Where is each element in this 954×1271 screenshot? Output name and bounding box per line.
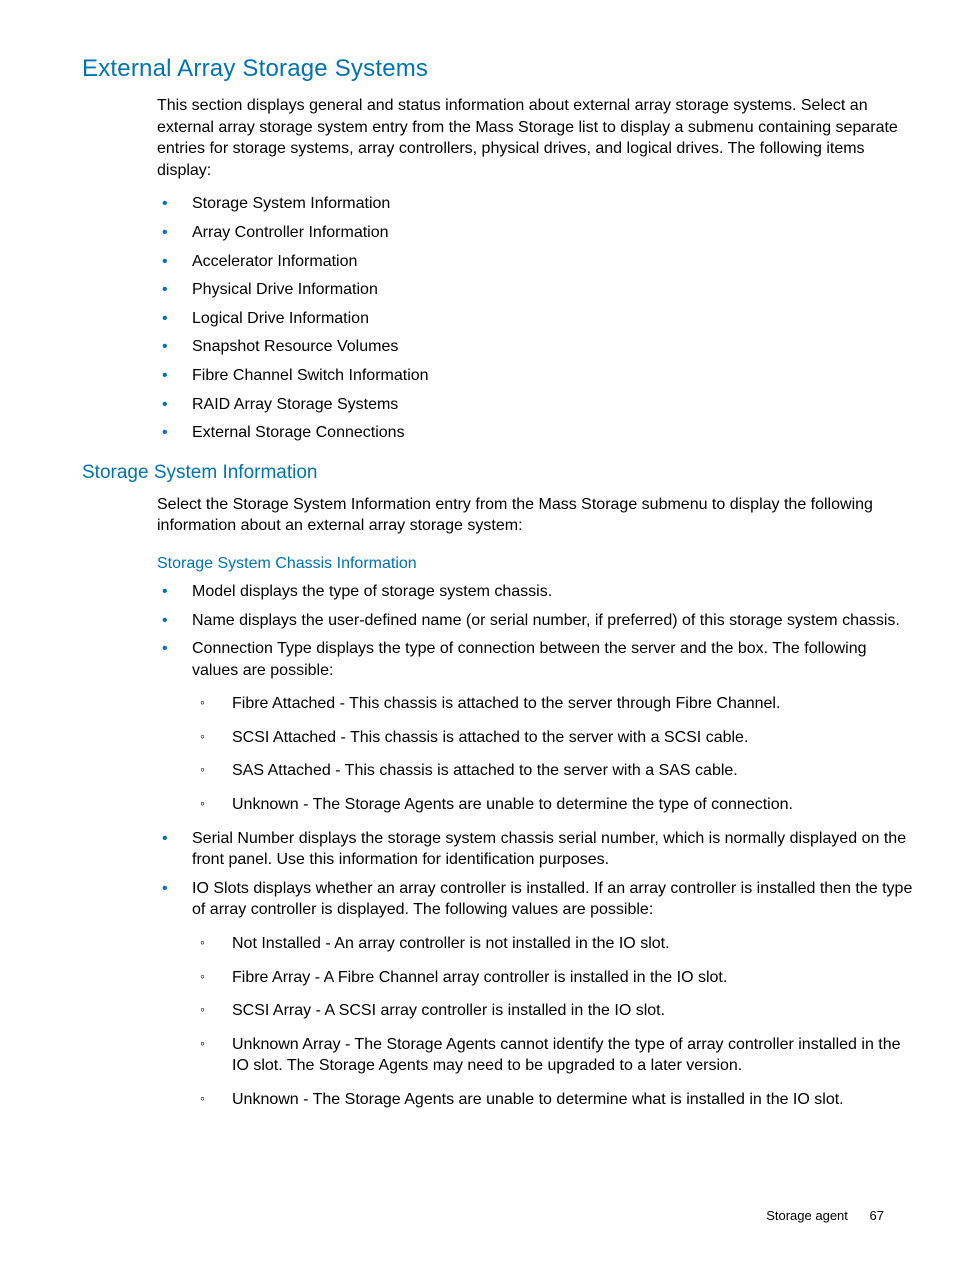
list-item: Logical Drive Information xyxy=(157,308,914,330)
heading-1: External Array Storage Systems xyxy=(82,55,914,83)
list-item: Name displays the user-defined name (or … xyxy=(157,610,914,632)
sublist-item: Unknown - The Storage Agents are unable … xyxy=(192,794,914,816)
heading-3: Storage System Chassis Information xyxy=(157,555,914,573)
sublist-item: SCSI Array - A SCSI array controller is … xyxy=(192,1000,914,1022)
list-item-text: Connection Type displays the type of con… xyxy=(192,640,867,679)
list-item: RAID Array Storage Systems xyxy=(157,394,914,416)
list-item: IO Slots displays whether an array contr… xyxy=(157,878,914,1111)
list-item: Model displays the type of storage syste… xyxy=(157,581,914,603)
sublist-item: Not Installed - An array controller is n… xyxy=(192,933,914,955)
sublist-item: Fibre Array - A Fibre Channel array cont… xyxy=(192,967,914,989)
heading-2: Storage System Information xyxy=(82,462,914,484)
intro-paragraph: This section displays general and status… xyxy=(157,95,914,181)
ioslots-sublist: Not Installed - An array controller is n… xyxy=(192,933,914,1111)
list-item: Serial Number displays the storage syste… xyxy=(157,828,914,871)
top-bullet-list: Storage System Information Array Control… xyxy=(157,193,914,443)
sublist-item: Unknown - The Storage Agents are unable … xyxy=(192,1089,914,1111)
list-item: Physical Drive Information xyxy=(157,279,914,301)
list-item: Snapshot Resource Volumes xyxy=(157,336,914,358)
chassis-bullet-list: Model displays the type of storage syste… xyxy=(157,581,914,1111)
page-footer: Storage agent 67 xyxy=(766,1208,884,1223)
list-item: Array Controller Information xyxy=(157,222,914,244)
document-page: External Array Storage Systems This sect… xyxy=(0,0,954,1271)
sublist-item: Fibre Attached - This chassis is attache… xyxy=(192,693,914,715)
sublist-item: SCSI Attached - This chassis is attached… xyxy=(192,727,914,749)
list-item: Connection Type displays the type of con… xyxy=(157,638,914,816)
sublist-item: Unknown Array - The Storage Agents canno… xyxy=(192,1034,914,1077)
list-item: Fibre Channel Switch Information xyxy=(157,365,914,387)
list-item: Storage System Information xyxy=(157,193,914,215)
footer-page-number: 67 xyxy=(870,1208,884,1223)
sublist-item: SAS Attached - This chassis is attached … xyxy=(192,760,914,782)
list-item: Accelerator Information xyxy=(157,251,914,273)
connection-sublist: Fibre Attached - This chassis is attache… xyxy=(192,693,914,815)
subsection-body: Select the Storage System Information en… xyxy=(157,494,914,1111)
list-item: External Storage Connections xyxy=(157,422,914,444)
subsection-paragraph: Select the Storage System Information en… xyxy=(157,494,914,537)
list-item-text: IO Slots displays whether an array contr… xyxy=(192,880,912,919)
footer-section: Storage agent xyxy=(766,1208,848,1223)
section-body: This section displays general and status… xyxy=(157,95,914,444)
